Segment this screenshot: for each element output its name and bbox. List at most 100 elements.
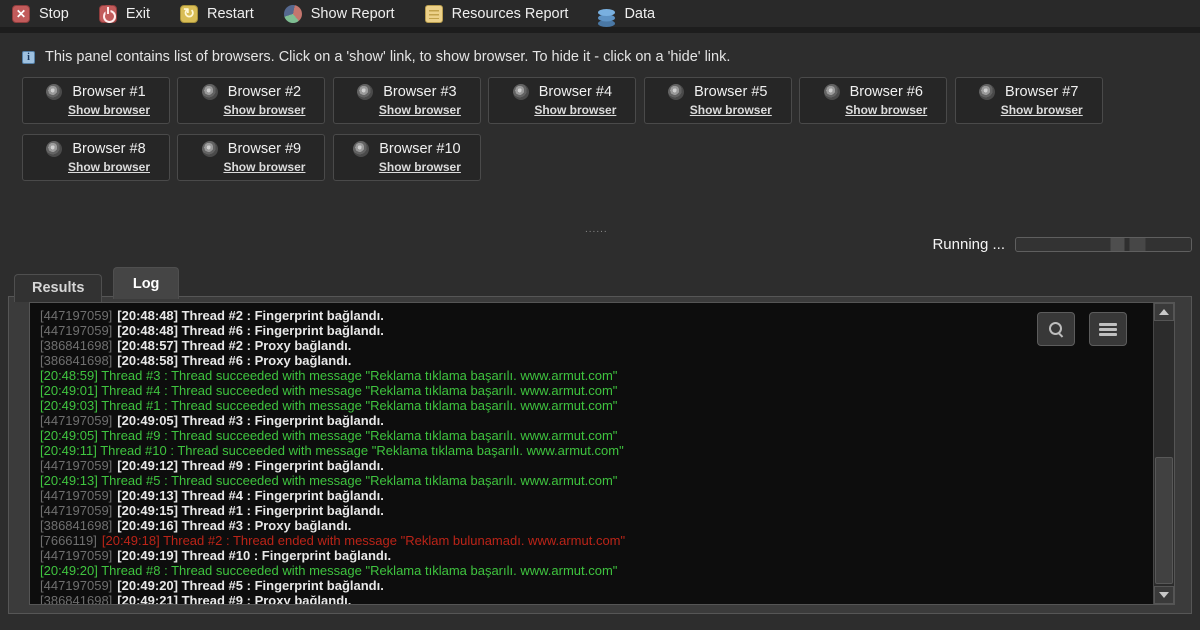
tab[interactable]: Log	[113, 267, 180, 299]
toolbar: Stop Exit Restart Show Report Resources …	[0, 0, 1200, 33]
log-line-id: [447197059]	[40, 503, 112, 518]
toolbar-button-label: Data	[624, 6, 655, 22]
browser-card-header: Browser #3	[344, 84, 470, 100]
toolbar-button-label: Restart	[207, 6, 254, 22]
browser-card[interactable]: Browser #2 Show browser	[177, 77, 325, 124]
log-line-text: [20:49:19] Thread #10 : Fingerprint bağl…	[117, 548, 391, 563]
log-line-id: [447197059]	[40, 548, 112, 563]
splitter-handle: ......	[585, 224, 608, 235]
log-box: [447197059] [20:48:48] Thread #2 : Finger…	[29, 302, 1175, 605]
browser-card-header: Browser #8	[33, 141, 159, 157]
log-line-id: [447197059]	[40, 488, 112, 503]
browser-label: Browser #2	[228, 84, 301, 100]
log-line-text: [20:49:13] Thread #5 : Thread succeeded …	[40, 473, 617, 488]
browser-lens-icon	[353, 141, 369, 157]
log-line-id: [447197059]	[40, 458, 112, 473]
browser-card[interactable]: Browser #8 Show browser	[22, 134, 170, 181]
browser-lens-icon	[513, 84, 529, 100]
log-line: [20:49:03] Thread #1 : Thread succeeded …	[40, 398, 1146, 413]
browser-lens-icon	[979, 84, 995, 100]
show-browser-link[interactable]: Show browser	[379, 103, 461, 117]
progress-bar	[1015, 237, 1192, 252]
browser-lens-icon	[668, 84, 684, 100]
show-browser-link[interactable]: Show browser	[690, 103, 772, 117]
log-search-button[interactable]	[1037, 312, 1075, 346]
log-menu-button[interactable]	[1089, 312, 1127, 346]
show-browser-link[interactable]: Show browser	[68, 103, 150, 117]
stop-icon	[12, 5, 30, 23]
show-browser-link[interactable]: Show browser	[68, 160, 150, 174]
log-line-text: [20:49:03] Thread #1 : Thread succeeded …	[40, 398, 617, 413]
progress-fill	[1016, 238, 1191, 251]
log-line: [447197059][20:49:20] Thread #5 : Finger…	[40, 578, 1146, 593]
resources-report-icon	[425, 5, 443, 23]
log-line: [20:49:20] Thread #8 : Thread succeeded …	[40, 563, 1146, 578]
show-browser-link[interactable]: Show browser	[1001, 103, 1083, 117]
log-line-id: [386841698]	[40, 338, 112, 353]
log-line-id: [386841698]	[40, 593, 112, 604]
browser-card[interactable]: Browser #9 Show browser	[177, 134, 325, 181]
log-line-text: [20:48:48] Thread #6 : Fingerprint bağla…	[117, 323, 384, 338]
browser-lens-icon	[202, 141, 218, 157]
browser-label: Browser #3	[383, 84, 456, 100]
log-line-text: [20:48:57] Thread #2 : Proxy bağlandı.	[117, 338, 351, 353]
exit-icon	[99, 5, 117, 23]
log-line-text: [20:49:16] Thread #3 : Proxy bağlandı.	[117, 518, 351, 533]
browser-card-header: Browser #5	[655, 84, 781, 100]
show-browser-link[interactable]: Show browser	[845, 103, 927, 117]
toolbar-button[interactable]: Resources Report	[425, 0, 569, 30]
scroll-down-button[interactable]	[1154, 586, 1174, 604]
toolbar-button-label: Show Report	[311, 6, 395, 22]
log-scrollbar[interactable]	[1153, 303, 1174, 604]
toolbar-button[interactable]: Data	[598, 0, 655, 30]
log-line: [447197059] [20:48:48] Thread #2 : Finger…	[40, 308, 1146, 323]
browser-card[interactable]: Browser #6 Show browser	[799, 77, 947, 124]
log-line: [447197059][20:48:48] Thread #6 : Finger…	[40, 323, 1146, 338]
status-row: Running ...	[932, 236, 1192, 253]
log-line: [20:48:59] Thread #3 : Thread succeeded …	[40, 368, 1146, 383]
browser-label: Browser #7	[1005, 84, 1078, 100]
tab-content-panel: [447197059] [20:48:48] Thread #2 : Finger…	[8, 296, 1192, 614]
toolbar-button[interactable]: Exit	[99, 0, 150, 30]
log-line-id: [386841698]	[40, 518, 112, 533]
info-icon	[22, 51, 35, 64]
browser-card[interactable]: Browser #4 Show browser	[488, 77, 636, 124]
restart-icon	[180, 5, 198, 23]
log-line-text: [20:48:58] Thread #6 : Proxy bağlandı.	[117, 353, 351, 368]
browser-card-header: Browser #7	[966, 84, 1092, 100]
search-icon	[1048, 321, 1064, 337]
show-browser-link[interactable]: Show browser	[223, 103, 305, 117]
show-browser-link[interactable]: Show browser	[379, 160, 461, 174]
log-line-id: [447197059]	[40, 413, 112, 428]
tab-bar: Results Log	[14, 267, 185, 297]
log-line-id: [447197059]	[40, 308, 112, 323]
pie-report-icon	[284, 5, 302, 23]
toolbar-button[interactable]: Stop	[12, 0, 69, 30]
tab[interactable]: Results	[14, 274, 102, 302]
browser-card[interactable]: Browser #5 Show browser	[644, 77, 792, 124]
show-browser-link[interactable]: Show browser	[534, 103, 616, 117]
browser-card-header: Browser #10	[344, 141, 470, 157]
browser-card[interactable]: Browser #3 Show browser	[333, 77, 481, 124]
log-line: [447197059] [20:49:19] Thread #10 : Finge…	[40, 548, 1146, 563]
browser-lens-icon	[202, 84, 218, 100]
log-line: [20:49:13] Thread #5 : Thread succeeded …	[40, 473, 1146, 488]
log-line-text: [20:49:13] Thread #4 : Fingerprint bağla…	[117, 488, 384, 503]
browser-card-header: Browser #4	[499, 84, 625, 100]
browser-card[interactable]: Browser #1 Show browser	[22, 77, 170, 124]
browser-card[interactable]: Browser #7 Show browser	[955, 77, 1103, 124]
browser-card-header: Browser #6	[810, 84, 936, 100]
log-line: [20:49:11] Thread #10 : Thread succeeded…	[40, 443, 1146, 458]
log-output: [447197059] [20:48:48] Thread #2 : Finger…	[30, 303, 1152, 604]
log-line: [447197059][20:49:05] Thread #3 : Finger…	[40, 413, 1146, 428]
browser-card-header: Browser #2	[188, 84, 314, 100]
toolbar-button[interactable]: Restart	[180, 0, 254, 30]
scrollbar-thumb[interactable]	[1155, 457, 1173, 585]
browser-label: Browser #8	[72, 141, 145, 157]
toolbar-button[interactable]: Show Report	[284, 0, 395, 30]
show-browser-link[interactable]: Show browser	[223, 160, 305, 174]
browser-card[interactable]: Browser #10 Show browser	[333, 134, 481, 181]
browser-label: Browser #4	[539, 84, 612, 100]
log-line-text: [20:48:48] Thread #2 : Fingerprint bağla…	[117, 308, 384, 323]
scroll-up-button[interactable]	[1154, 303, 1174, 321]
